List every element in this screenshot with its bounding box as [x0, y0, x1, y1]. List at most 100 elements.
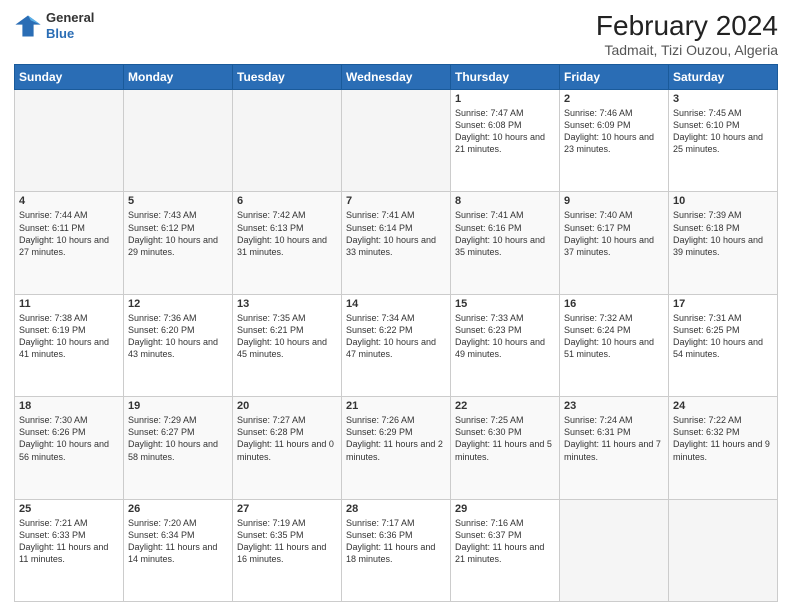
day-info: Sunrise: 7:21 AM Sunset: 6:33 PM Dayligh… [19, 518, 108, 564]
calendar-cell: 4 Sunrise: 7:44 AM Sunset: 6:11 PM Daylig… [15, 192, 124, 294]
day-number: 16 [564, 298, 664, 310]
day-number: 8 [455, 195, 555, 207]
calendar-cell: 28Sunrise: 7:17 AM Sunset: 6:36 PM Dayli… [342, 499, 451, 601]
calendar-cell: 19 Sunrise: 7:29 AM Sunset: 6:27 PM Dayli… [124, 397, 233, 499]
calendar-cell: 16 Sunrise: 7:32 AM Sunset: 6:24 PM Dayli… [560, 294, 669, 396]
calendar-cell: 14Sunrise: 7:34 AM Sunset: 6:22 PM Dayli… [342, 294, 451, 396]
day-number: 15 [455, 298, 555, 310]
day-info: Sunrise: 7:16 AM Sunset: 6:37 PM Dayligh… [455, 518, 544, 564]
day-number: 17 [673, 298, 773, 310]
calendar-week-row: 1 Sunrise: 7:47 AM Sunset: 6:08 PM Daylig… [15, 90, 778, 192]
day-number: 5 [128, 195, 228, 207]
calendar-cell [560, 499, 669, 601]
calendar-week-row: 25Sunrise: 7:21 AM Sunset: 6:33 PM Dayli… [15, 499, 778, 601]
day-info: Sunrise: 7:32 AM Sunset: 6:24 PM Dayligh… [564, 313, 654, 359]
day-number: 7 [346, 195, 446, 207]
calendar: SundayMondayTuesdayWednesdayThursdayFrid… [14, 64, 778, 602]
day-number: 20 [237, 400, 337, 412]
weekday-header: Thursday [451, 65, 560, 90]
calendar-cell: 27 Sunrise: 7:19 AM Sunset: 6:35 PM Dayli… [233, 499, 342, 601]
day-info: Sunrise: 7:44 AM Sunset: 6:11 PM Dayligh… [19, 210, 109, 256]
calendar-cell: 20 Sunrise: 7:27 AM Sunset: 6:28 PM Dayli… [233, 397, 342, 499]
day-info: Sunrise: 7:35 AM Sunset: 6:21 PM Dayligh… [237, 313, 327, 359]
logo-text: General Blue [46, 10, 94, 41]
main-title: February 2024 [596, 10, 778, 42]
day-number: 4 [19, 195, 119, 207]
weekday-header: Wednesday [342, 65, 451, 90]
day-info: Sunrise: 7:19 AM Sunset: 6:35 PM Dayligh… [237, 518, 326, 564]
day-number: 11 [19, 298, 119, 310]
day-info: Sunrise: 7:38 AM Sunset: 6:19 PM Dayligh… [19, 313, 109, 359]
day-info: Sunrise: 7:24 AM Sunset: 6:31 PM Dayligh… [564, 415, 661, 461]
day-number: 24 [673, 400, 773, 412]
day-info: Sunrise: 7:20 AM Sunset: 6:34 PM Dayligh… [128, 518, 217, 564]
calendar-cell: 2 Sunrise: 7:46 AM Sunset: 6:09 PM Daylig… [560, 90, 669, 192]
top-section: General Blue February 2024 Tadmait, Tizi… [14, 10, 778, 58]
calendar-cell: 29Sunrise: 7:16 AM Sunset: 6:37 PM Dayli… [451, 499, 560, 601]
day-number: 13 [237, 298, 337, 310]
day-info: Sunrise: 7:43 AM Sunset: 6:12 PM Dayligh… [128, 210, 218, 256]
calendar-cell: 23Sunrise: 7:24 AM Sunset: 6:31 PM Dayli… [560, 397, 669, 499]
calendar-cell: 13 Sunrise: 7:35 AM Sunset: 6:21 PM Dayli… [233, 294, 342, 396]
day-number: 2 [564, 93, 664, 105]
calendar-cell: 11 Sunrise: 7:38 AM Sunset: 6:19 PM Dayli… [15, 294, 124, 396]
calendar-cell: 22 Sunrise: 7:25 AM Sunset: 6:30 PM Dayli… [451, 397, 560, 499]
day-info: Sunrise: 7:27 AM Sunset: 6:28 PM Dayligh… [237, 415, 334, 461]
calendar-cell: 26 Sunrise: 7:20 AM Sunset: 6:34 PM Dayli… [124, 499, 233, 601]
calendar-cell [15, 90, 124, 192]
calendar-cell: 24 Sunrise: 7:22 AM Sunset: 6:32 PM Dayli… [669, 397, 778, 499]
day-number: 21 [346, 400, 446, 412]
day-number: 1 [455, 93, 555, 105]
weekday-header: Tuesday [233, 65, 342, 90]
calendar-cell: 1 Sunrise: 7:47 AM Sunset: 6:08 PM Daylig… [451, 90, 560, 192]
weekday-header: Friday [560, 65, 669, 90]
logo-icon [14, 12, 42, 40]
day-number: 3 [673, 93, 773, 105]
page: General Blue February 2024 Tadmait, Tizi… [0, 0, 792, 612]
day-number: 27 [237, 503, 337, 515]
day-info: Sunrise: 7:47 AM Sunset: 6:08 PM Dayligh… [455, 108, 545, 154]
day-info: Sunrise: 7:39 AM Sunset: 6:18 PM Dayligh… [673, 210, 763, 256]
calendar-week-row: 18 Sunrise: 7:30 AM Sunset: 6:26 PM Dayli… [15, 397, 778, 499]
calendar-cell: 3 Sunrise: 7:45 AM Sunset: 6:10 PM Daylig… [669, 90, 778, 192]
weekday-header: Sunday [15, 65, 124, 90]
day-info: Sunrise: 7:41 AM Sunset: 6:14 PM Dayligh… [346, 210, 436, 256]
day-number: 6 [237, 195, 337, 207]
day-number: 9 [564, 195, 664, 207]
day-info: Sunrise: 7:42 AM Sunset: 6:13 PM Dayligh… [237, 210, 327, 256]
day-number: 26 [128, 503, 228, 515]
day-info: Sunrise: 7:25 AM Sunset: 6:30 PM Dayligh… [455, 415, 552, 461]
calendar-cell: 8Sunrise: 7:41 AM Sunset: 6:16 PM Daylig… [451, 192, 560, 294]
day-number: 12 [128, 298, 228, 310]
calendar-cell: 10Sunrise: 7:39 AM Sunset: 6:18 PM Dayli… [669, 192, 778, 294]
logo-blue: Blue [46, 26, 94, 42]
day-info: Sunrise: 7:26 AM Sunset: 6:29 PM Dayligh… [346, 415, 443, 461]
calendar-cell: 17Sunrise: 7:31 AM Sunset: 6:25 PM Dayli… [669, 294, 778, 396]
day-info: Sunrise: 7:40 AM Sunset: 6:17 PM Dayligh… [564, 210, 654, 256]
day-info: Sunrise: 7:29 AM Sunset: 6:27 PM Dayligh… [128, 415, 218, 461]
day-number: 19 [128, 400, 228, 412]
calendar-cell [124, 90, 233, 192]
day-info: Sunrise: 7:36 AM Sunset: 6:20 PM Dayligh… [128, 313, 218, 359]
day-info: Sunrise: 7:30 AM Sunset: 6:26 PM Dayligh… [19, 415, 109, 461]
calendar-cell: 21 Sunrise: 7:26 AM Sunset: 6:29 PM Dayli… [342, 397, 451, 499]
day-info: Sunrise: 7:22 AM Sunset: 6:32 PM Dayligh… [673, 415, 770, 461]
day-number: 14 [346, 298, 446, 310]
logo: General Blue [14, 10, 94, 41]
calendar-cell: 7 Sunrise: 7:41 AM Sunset: 6:14 PM Daylig… [342, 192, 451, 294]
calendar-cell: 18 Sunrise: 7:30 AM Sunset: 6:26 PM Dayli… [15, 397, 124, 499]
day-number: 22 [455, 400, 555, 412]
calendar-cell [342, 90, 451, 192]
day-info: Sunrise: 7:46 AM Sunset: 6:09 PM Dayligh… [564, 108, 654, 154]
calendar-cell: 5 Sunrise: 7:43 AM Sunset: 6:12 PM Daylig… [124, 192, 233, 294]
day-number: 18 [19, 400, 119, 412]
calendar-cell: 6 Sunrise: 7:42 AM Sunset: 6:13 PM Daylig… [233, 192, 342, 294]
title-section: February 2024 Tadmait, Tizi Ouzou, Alger… [596, 10, 778, 58]
day-info: Sunrise: 7:45 AM Sunset: 6:10 PM Dayligh… [673, 108, 763, 154]
calendar-cell: 15Sunrise: 7:33 AM Sunset: 6:23 PM Dayli… [451, 294, 560, 396]
calendar-week-row: 4 Sunrise: 7:44 AM Sunset: 6:11 PM Daylig… [15, 192, 778, 294]
calendar-cell: 12 Sunrise: 7:36 AM Sunset: 6:20 PM Dayli… [124, 294, 233, 396]
calendar-week-row: 11 Sunrise: 7:38 AM Sunset: 6:19 PM Dayli… [15, 294, 778, 396]
calendar-cell: 9 Sunrise: 7:40 AM Sunset: 6:17 PM Daylig… [560, 192, 669, 294]
logo-general: General [46, 10, 94, 26]
